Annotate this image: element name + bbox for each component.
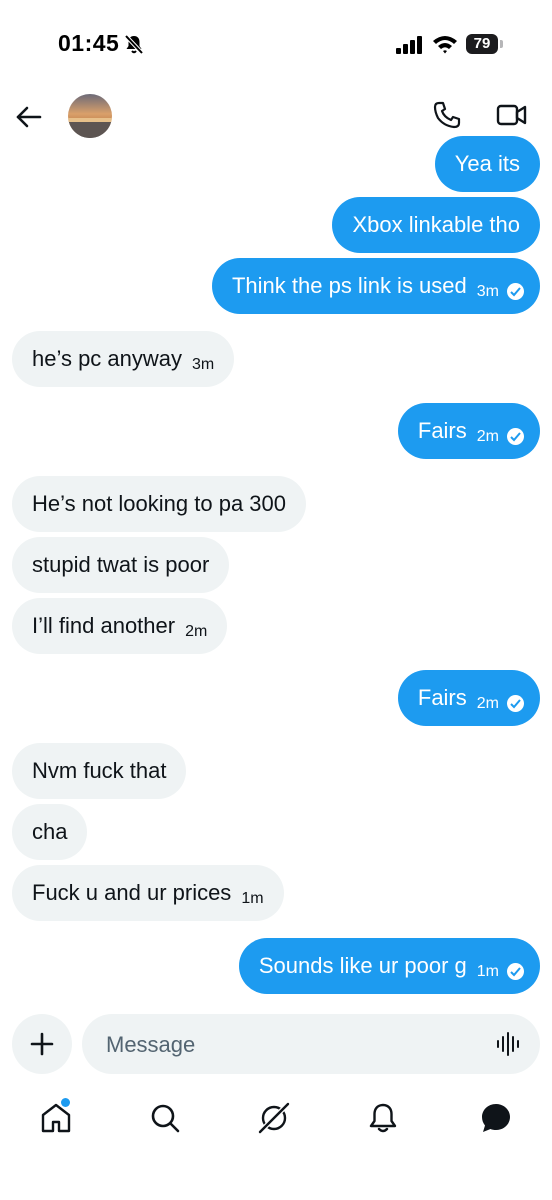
message-bubble-received[interactable]: stupid twat is poor xyxy=(12,537,230,593)
message-text: Sounds like ur poor g xyxy=(258,953,467,978)
read-receipt-icon xyxy=(507,282,524,300)
message-text: Fuck u and ur prices xyxy=(32,880,232,905)
message-timestamp: 1m xyxy=(241,890,264,907)
voice-message-icon[interactable] xyxy=(496,1031,522,1062)
cellular-signal-icon xyxy=(396,36,424,59)
message-bubble-received[interactable]: he’s pc anyway 3m xyxy=(12,331,235,387)
message-text: Xbox linkable tho xyxy=(352,212,520,237)
back-arrow-icon[interactable] xyxy=(12,100,46,134)
notifications-icon[interactable] xyxy=(365,1100,401,1136)
message-bubble-sent[interactable]: Fairs 2m xyxy=(397,670,540,726)
add-attachment-button[interactable] xyxy=(12,1014,72,1074)
wifi-icon xyxy=(432,34,458,59)
read-receipt-icon xyxy=(507,694,524,712)
message-timestamp: 3m xyxy=(476,283,499,300)
message-text: Nvm fuck that xyxy=(32,758,167,783)
message-bubble-received[interactable]: cha xyxy=(12,804,88,860)
message-text: Fairs xyxy=(417,418,467,443)
message-timestamp: 2m xyxy=(185,623,208,640)
message-bubble-received[interactable]: I’ll find another 2m xyxy=(12,598,228,654)
phone-call-icon[interactable] xyxy=(432,100,462,135)
message-text: Fairs xyxy=(417,685,467,710)
message-timestamp: 3m xyxy=(192,356,215,373)
grok-icon[interactable] xyxy=(256,1100,292,1136)
message-text: Yea its xyxy=(454,151,520,176)
message-bubble-sent[interactable]: Sounds like ur poor g 1m xyxy=(238,938,540,994)
message-bubble-sent[interactable]: Yea its xyxy=(434,136,540,192)
messages-icon[interactable] xyxy=(478,1100,514,1136)
message-timestamp: 1m xyxy=(476,963,499,980)
message-text: he’s pc anyway xyxy=(32,346,183,371)
message-text: cha xyxy=(32,819,68,844)
message-text: Think the ps link is used xyxy=(231,273,467,298)
bottom-navigation xyxy=(0,1086,552,1150)
message-text: I’ll find another xyxy=(32,613,176,638)
silent-bell-icon xyxy=(123,33,145,60)
avatar[interactable] xyxy=(68,94,112,138)
search-icon[interactable] xyxy=(147,1100,183,1136)
message-bubble-sent[interactable]: Fairs 2m xyxy=(397,403,540,459)
message-bubble-received[interactable]: He’s not looking to pa 300 xyxy=(12,476,306,532)
battery-level: 79 xyxy=(466,34,498,54)
battery-cap xyxy=(500,40,503,48)
message-timestamp: 2m xyxy=(476,695,499,712)
message-composer xyxy=(82,1014,540,1074)
message-input[interactable] xyxy=(104,1028,468,1062)
read-receipt-icon xyxy=(507,962,524,980)
status-bar: 01:45 79 xyxy=(0,0,552,90)
read-receipt-icon xyxy=(507,427,524,445)
status-time: 01:45 xyxy=(58,30,120,56)
plus-icon xyxy=(30,1032,54,1056)
message-bubble-received[interactable]: Nvm fuck that xyxy=(12,743,187,799)
home-notification-dot xyxy=(61,1098,70,1107)
message-text: stupid twat is poor xyxy=(32,552,210,577)
message-text: He’s not looking to pa 300 xyxy=(32,491,286,516)
message-bubble-received[interactable]: Fuck u and ur prices 1m xyxy=(12,865,284,921)
message-bubble-sent[interactable]: Xbox linkable tho xyxy=(332,197,540,253)
video-call-icon[interactable] xyxy=(496,102,528,133)
message-bubble-sent[interactable]: Think the ps link is used 3m xyxy=(211,258,540,314)
message-timestamp: 2m xyxy=(476,428,499,445)
